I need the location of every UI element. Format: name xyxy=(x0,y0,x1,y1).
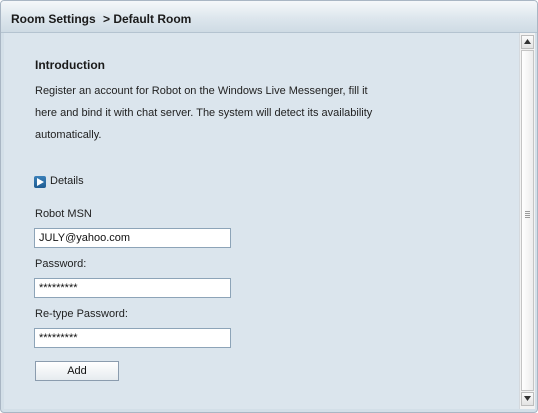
arrow-down-icon xyxy=(524,396,531,401)
add-button[interactable]: Add xyxy=(35,361,119,381)
header-bar: Room Settings > Default Room xyxy=(1,1,537,33)
introduction-line-3: automatically. xyxy=(35,129,102,141)
vertical-scrollbar[interactable] xyxy=(519,33,535,409)
details-label: Details xyxy=(50,175,84,187)
retype-password-input[interactable] xyxy=(34,328,231,348)
breadcrumb-room-settings[interactable]: Room Settings xyxy=(11,12,96,26)
password-label: Password: xyxy=(35,258,87,270)
introduction-line-2: here and bind it with chat server. The s… xyxy=(35,107,373,119)
settings-panel: Introduction Register an account for Rob… xyxy=(4,33,519,409)
scroll-thumb[interactable] xyxy=(521,50,534,391)
play-icon xyxy=(34,176,46,188)
introduction-line-1: Register an account for Robot on the Win… xyxy=(35,85,368,97)
scroll-up-button[interactable] xyxy=(521,35,534,49)
introduction-text: Register an account for Robot on the Win… xyxy=(35,80,405,146)
password-input[interactable] xyxy=(34,278,231,298)
robot-msn-input[interactable] xyxy=(34,228,231,248)
breadcrumb-current: > Default Room xyxy=(103,12,192,26)
arrow-up-icon xyxy=(524,39,531,44)
room-settings-window: Room Settings > Default Room Introductio… xyxy=(0,0,538,413)
grip-icon xyxy=(525,211,530,219)
scroll-down-button[interactable] xyxy=(521,392,534,406)
introduction-heading: Introduction xyxy=(35,58,105,72)
robot-msn-label: Robot MSN xyxy=(35,208,92,220)
retype-password-label: Re-type Password: xyxy=(35,308,128,320)
